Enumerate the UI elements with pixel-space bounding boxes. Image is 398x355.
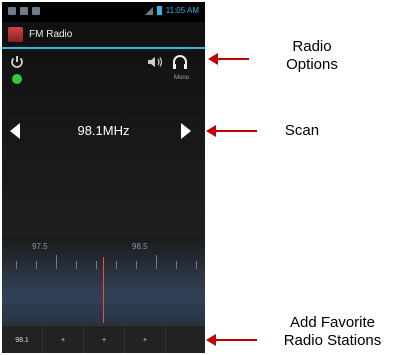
annotation-favorites-text: Add Favorite Radio Stations	[283, 314, 382, 349]
dial-label-left: 97.5	[32, 242, 48, 251]
favorite-add-4[interactable]: +	[125, 326, 166, 353]
favorite-station-1[interactable]: 98.1	[2, 326, 43, 353]
power-status-indicator	[12, 74, 22, 84]
headphones-icon[interactable]	[172, 54, 188, 70]
status-time: 11:05 AM	[165, 6, 199, 15]
annotation-radio-options: Radio Options	[272, 38, 352, 74]
headset-icon	[20, 7, 28, 15]
annotation-scan: Scan	[272, 122, 332, 140]
action-bar: FM Radio	[2, 22, 205, 49]
annotation-radio-options-text: Radio Options	[286, 38, 338, 73]
dial-tick	[16, 261, 17, 269]
dial-tick	[156, 255, 157, 269]
favorite-add-2[interactable]: +	[43, 326, 84, 353]
tuning-dial[interactable]: 97.5 98.5	[2, 237, 205, 325]
image-icon	[32, 7, 40, 15]
dial-tick	[96, 261, 97, 269]
app-icon	[8, 27, 23, 42]
seek-forward-icon[interactable]	[181, 123, 191, 139]
favorites-bar: 98.1 + + +	[2, 325, 205, 353]
dial-tick	[136, 261, 137, 269]
notification-icon	[8, 7, 16, 15]
dial-tick	[56, 255, 57, 269]
frequency-display: 98.1MHz	[77, 123, 130, 138]
annotation-scan-text: Scan	[284, 122, 320, 139]
favorite-slot-5[interactable]	[166, 326, 205, 353]
audio-mode-label: Mono	[174, 75, 190, 81]
signal-icon	[144, 6, 153, 15]
dial-tick	[176, 261, 177, 269]
favorite-add-3[interactable]: +	[84, 326, 125, 353]
app-title: FM Radio	[29, 29, 73, 40]
speaker-icon[interactable]	[147, 56, 165, 68]
annotation-arrow-line	[215, 130, 257, 132]
battery-icon	[156, 6, 162, 15]
annotation-arrow-line	[215, 339, 257, 341]
annotation-favorites: Add Favorite Radio Stations	[270, 314, 395, 350]
dial-tick	[76, 261, 77, 269]
dial-label-right: 98.5	[132, 242, 148, 251]
phone-screen: 11:05 AM FM Radio Mono 98.1MHz 97.5 98.5	[2, 2, 205, 353]
annotation-arrow-line	[217, 58, 249, 60]
tuning-needle	[103, 257, 104, 323]
dial-tick	[196, 261, 197, 269]
dial-tick	[116, 261, 117, 269]
status-bar: 11:05 AM	[2, 2, 205, 22]
radio-main-panel: Mono 98.1MHz	[2, 49, 205, 237]
dial-tick	[36, 261, 37, 269]
power-icon[interactable]	[10, 55, 24, 69]
